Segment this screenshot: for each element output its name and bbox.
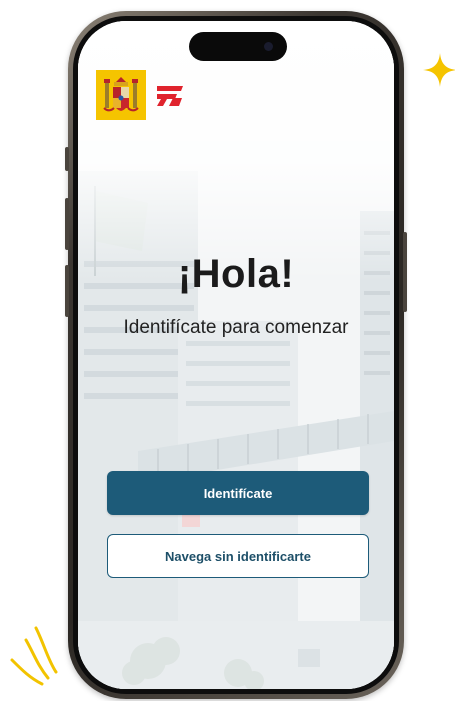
identify-button-label: Identifícate — [203, 485, 273, 501]
phone-volume-down-button — [65, 265, 69, 317]
agency-logo-icon — [157, 86, 183, 106]
front-camera-icon — [264, 42, 273, 51]
phone-side-button — [65, 147, 69, 171]
subtitle-text: Identifícate para comenzar — [123, 317, 349, 338]
identify-button[interactable]: Identifícate — [107, 471, 369, 515]
dynamic-island — [189, 32, 287, 61]
sparkle-icon — [423, 53, 455, 87]
phone-volume-up-button — [65, 198, 69, 250]
phone-power-button — [403, 232, 407, 312]
greeting-heading: ¡Hola! — [177, 252, 295, 296]
mockup-stage: ¡Hola! Identifícate para comenzar Identi… — [0, 0, 455, 701]
motion-lines-icon — [10, 626, 58, 686]
browse-button-label: Navega sin identificarte — [165, 548, 311, 564]
app-screen — [78, 21, 394, 689]
browse-without-login-button[interactable]: Navega sin identificarte — [107, 534, 369, 578]
spain-coat-of-arms-icon — [96, 70, 146, 120]
